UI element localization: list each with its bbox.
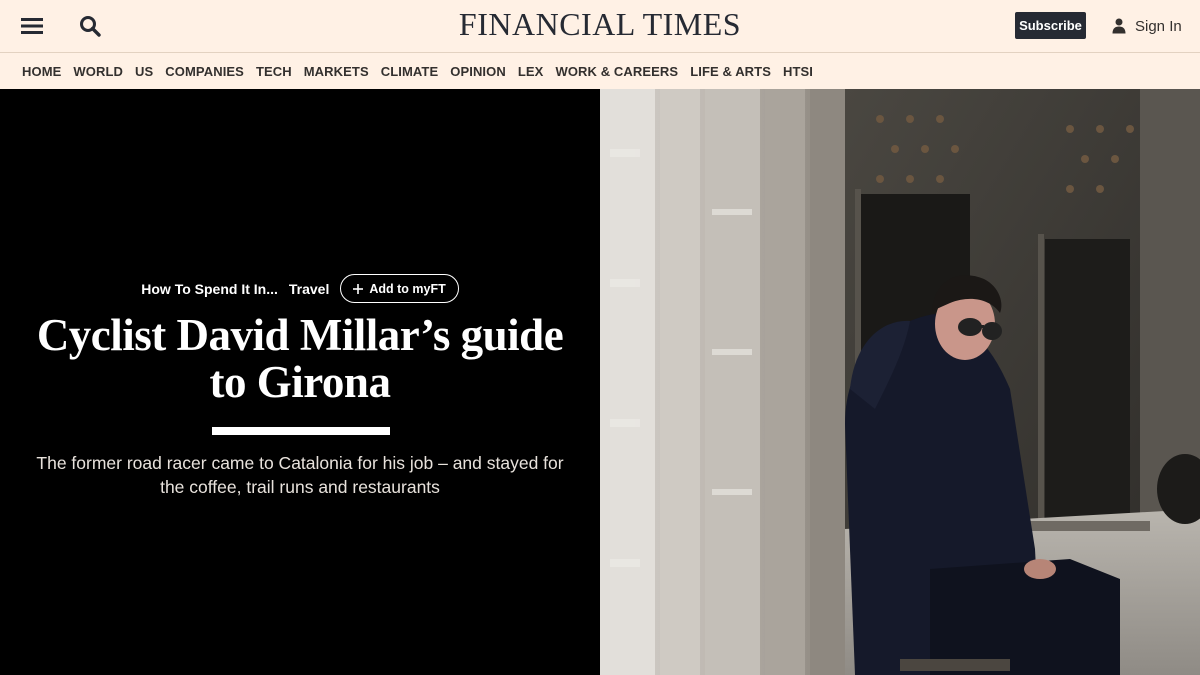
hero-text-panel: How To Spend It In... Travel Add to myFT… [0,89,600,675]
nav-item-lex[interactable]: LEX [518,64,544,79]
search-icon[interactable] [77,13,103,39]
brand-logo-link[interactable]: FINANCIAL TIMES [459,6,741,42]
masthead: FINANCIAL TIMES Subscribe Sign In [0,0,1200,53]
article-headline: Cyclist David Millar’s guide to Girona [36,310,564,407]
nav-item-opinion[interactable]: OPINION [450,64,506,79]
nav-item-htsi[interactable]: HTSI [783,64,813,79]
article-tags: How To Spend It In... Travel Add to myFT [0,274,600,303]
user-icon [1112,18,1126,34]
signin-label: Sign In [1135,17,1182,35]
nav-item-markets[interactable]: MARKETS [304,64,369,79]
hero-section: How To Spend It In... Travel Add to myFT… [0,89,1200,675]
nav-item-life-arts[interactable]: LIFE & ARTS [690,64,771,79]
nav-item-us[interactable]: US [135,64,153,79]
nav-item-work-careers[interactable]: WORK & CAREERS [555,64,678,79]
article-standfirst: The former road racer came to Catalonia … [36,453,564,497]
nav-item-climate[interactable]: CLIMATE [381,64,439,79]
headline-divider [212,427,390,435]
nav-item-home[interactable]: HOME [22,64,61,79]
plus-icon [353,283,364,294]
hero-photo [600,89,1200,675]
subscribe-button[interactable]: Subscribe [1015,12,1086,39]
add-to-myft-label: Add to myFT [369,281,446,296]
hamburger-menu-icon[interactable] [19,13,45,39]
nav-item-companies[interactable]: COMPANIES [165,64,244,79]
nav-item-tech[interactable]: TECH [256,64,292,79]
section-tag-link[interactable]: How To Spend It In... [141,281,278,297]
nav-item-world[interactable]: WORLD [73,64,123,79]
topic-tag-link[interactable]: Travel [289,281,329,297]
main-nav: HOME WORLD US COMPANIES TECH MARKETS CLI… [0,54,1200,89]
signin-link[interactable]: Sign In [1112,14,1182,38]
add-to-myft-button[interactable]: Add to myFT [340,274,459,303]
